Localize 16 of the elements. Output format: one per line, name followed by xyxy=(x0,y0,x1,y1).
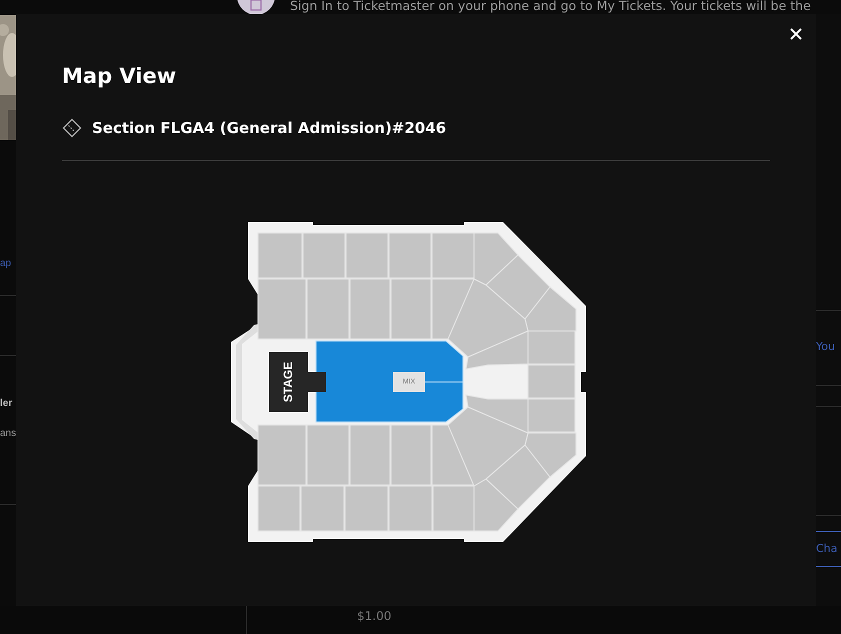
text-fragment: ans xyxy=(0,427,16,441)
floor-section[interactable] xyxy=(316,340,464,422)
mix-position xyxy=(393,372,425,392)
text-fragment[interactable]: You xyxy=(816,339,841,355)
banner-text: Sign In to Ticketmaster on your phone and go to My Tickets. Your tickets will be the xyxy=(290,0,811,13)
section-label: Section FLGA4 (General Admission)#2046 xyxy=(92,119,446,137)
text-fragment: ler xyxy=(0,397,14,411)
stage-label: STAGE xyxy=(281,362,295,402)
text-fragment[interactable]: Cha xyxy=(816,541,841,557)
close-icon[interactable] xyxy=(788,26,804,42)
text-fragment[interactable]: ap xyxy=(0,256,16,272)
stage-block xyxy=(269,352,326,412)
price-text: $1.00 xyxy=(357,609,392,625)
entrance-notch xyxy=(581,372,586,392)
ticket-icon xyxy=(62,118,82,138)
modal-title: Map View xyxy=(62,64,178,88)
